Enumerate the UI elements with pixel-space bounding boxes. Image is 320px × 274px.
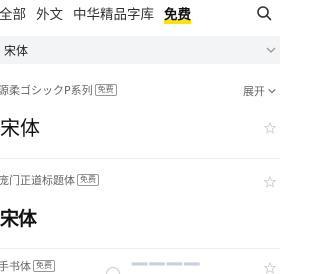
tab-free-label: 免费 [164, 7, 191, 23]
font-preview: 宋体 [0, 208, 37, 230]
divider [0, 248, 280, 249]
font-list-item[interactable]: 庞门正道标题体 免费 宋体 [0, 172, 280, 232]
tab-all[interactable]: 全部 [0, 7, 26, 23]
star-icon[interactable] [264, 262, 276, 274]
free-badge: 免费 [33, 260, 55, 272]
star-icon[interactable] [264, 122, 276, 134]
font-list-item[interactable]: 源柔ゴシックP系列 免费 展开 宋体 [0, 82, 280, 152]
free-badge: 免费 [94, 84, 117, 96]
chevron-down-icon [268, 89, 276, 94]
font-preview: 宋体 [0, 116, 40, 140]
category-tabs: 全部 外文 中华精品字库 免费 [0, 0, 280, 30]
font-name: 源柔ゴシックP系列 [0, 84, 93, 97]
font-name: 庞门正道标题体 [0, 174, 75, 187]
font-picker-panel: 全部 外文 中华精品字库 免费 宋体 源柔ゴシックP系列 免费 展开 宋体 庞门… [0, 0, 280, 274]
font-meta: 庞门正道标题体 免费 [0, 172, 99, 188]
expand-button[interactable]: 展开 [243, 83, 276, 99]
loading-icon [105, 266, 121, 274]
font-meta: 手书体 免费 [0, 258, 55, 274]
font-name: 手书体 [0, 260, 31, 273]
free-badge: 免费 [77, 174, 99, 186]
current-font-value: 宋体 [4, 43, 29, 58]
star-icon[interactable] [264, 176, 276, 188]
divider [0, 158, 280, 159]
tab-free[interactable]: 免费 [164, 7, 191, 24]
tab-zhonghua[interactable]: 中华精品字库 [73, 7, 154, 23]
tab-foreign[interactable]: 外文 [36, 7, 63, 23]
expand-label: 展开 [243, 85, 265, 98]
font-preview-partial: ▔▔▔▔ [132, 262, 202, 274]
font-meta: 源柔ゴシックP系列 免费 [0, 82, 117, 98]
search-icon[interactable] [256, 5, 272, 21]
current-font-select[interactable]: 宋体 [0, 36, 280, 64]
chevron-down-icon [266, 47, 276, 53]
